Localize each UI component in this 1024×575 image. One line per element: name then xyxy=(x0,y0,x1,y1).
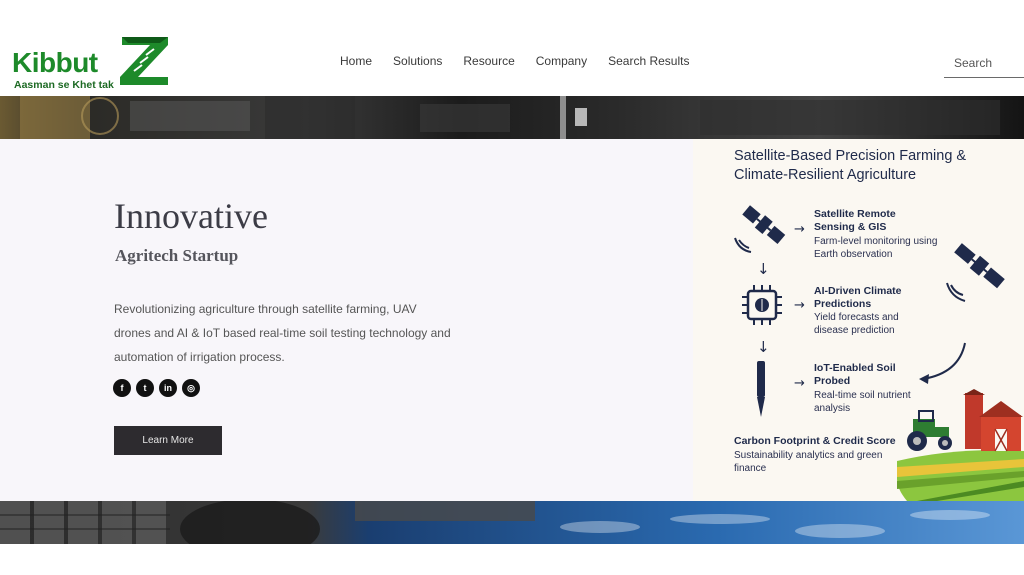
learn-more-button[interactable]: Learn More xyxy=(114,426,222,455)
satellite-icon xyxy=(734,205,786,253)
infographic-panel: Satellite-Based Precision Farming & Clim… xyxy=(693,139,1024,501)
banner-image-bottom xyxy=(0,501,1024,544)
arrow-right-icon: → xyxy=(794,222,805,237)
linkedin-icon[interactable]: in xyxy=(159,379,177,397)
search-input[interactable] xyxy=(944,50,1022,76)
nav-item-resource[interactable]: Resource xyxy=(463,54,514,68)
social-links: f t in ◎ xyxy=(113,379,200,397)
step-2-desc: Yield forecasts and disease prediction xyxy=(814,312,899,336)
twitter-icon[interactable]: t xyxy=(136,379,154,397)
instagram-icon[interactable]: ◎ xyxy=(182,379,200,397)
logo-tagline: Aasman se Khet tak xyxy=(14,79,114,91)
main-nav: Home Solutions Resource Company Search R… xyxy=(340,54,689,68)
arrow-right-icon: → xyxy=(794,376,805,391)
soil-probe-icon xyxy=(757,361,765,417)
footer-area xyxy=(0,544,1024,575)
brand-logo[interactable]: Kibbut Aasman se Khet tak xyxy=(12,35,172,91)
hero-section: Innovative Agritech Startup Revolutioniz… xyxy=(0,139,1024,501)
page: Kibbut Aasman se Khet tak Home Solutions… xyxy=(0,0,1024,575)
step-2-title: AI-Driven Climate Predictions xyxy=(814,285,902,310)
arrow-down-icon: ↓ xyxy=(757,338,770,356)
step-3-title: IoT-Enabled Soil Probed xyxy=(814,362,896,387)
banner-image-top xyxy=(0,96,1024,139)
satellite-icon xyxy=(946,243,1005,302)
hero-title: Innovative xyxy=(114,196,268,236)
search-box xyxy=(944,50,1024,78)
carbon-title: Carbon Footprint & Credit Score xyxy=(734,435,896,447)
nav-item-home[interactable]: Home xyxy=(340,54,372,68)
arrow-down-icon: ↓ xyxy=(757,260,770,278)
infographic-title: Satellite-Based Precision Farming & Clim… xyxy=(734,148,967,183)
step-1-desc: Farm-level monitoring using Earth observ… xyxy=(814,236,938,260)
logo-z-mark-icon xyxy=(120,37,168,85)
carbon-desc: Sustainability analytics and green finan… xyxy=(734,450,883,474)
nav-item-search-results[interactable]: Search Results xyxy=(608,54,689,68)
logo-wordmark: Kibbut xyxy=(12,47,98,78)
satellite-image-top xyxy=(0,96,1024,139)
curved-arrow-icon xyxy=(919,342,966,384)
satellite-image-bottom xyxy=(0,501,1024,544)
farm-illustration xyxy=(897,389,1024,501)
hero-subtitle: Agritech Startup xyxy=(115,246,239,265)
ai-chip-icon xyxy=(742,285,782,325)
arrow-right-icon: → xyxy=(794,298,805,313)
site-header: Kibbut Aasman se Khet tak Home Solutions… xyxy=(0,32,1024,96)
hero-description: Revolutionizing agriculture through sate… xyxy=(114,302,451,364)
step-1-title: Satellite Remote Sensing & GIS xyxy=(814,208,896,233)
nav-item-solutions[interactable]: Solutions xyxy=(393,54,442,68)
nav-item-company[interactable]: Company xyxy=(536,54,587,68)
facebook-icon[interactable]: f xyxy=(113,379,131,397)
